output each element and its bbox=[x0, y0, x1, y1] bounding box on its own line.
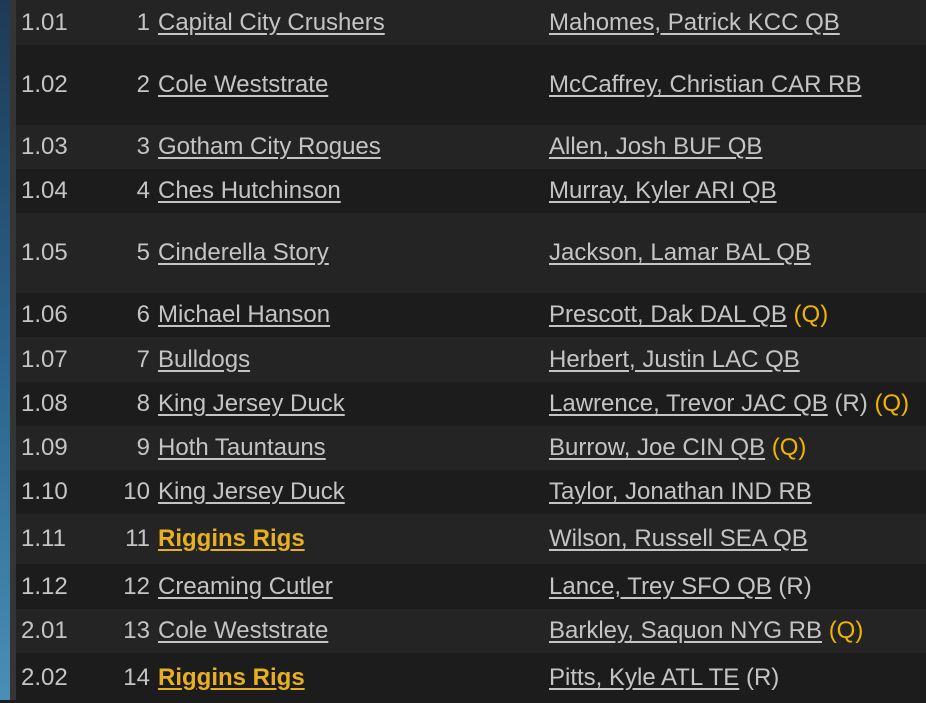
player-cell: Jackson, Lamar BAL QB bbox=[549, 239, 811, 267]
team-link[interactable]: Ches Hutchinson bbox=[158, 177, 341, 205]
pick-number: 1.04 bbox=[21, 177, 68, 204]
player-link[interactable]: Barkley, Saquon NYG RB bbox=[549, 617, 822, 644]
team-link[interactable]: Creaming Cutler bbox=[158, 573, 333, 601]
player-link[interactable]: Mahomes, Patrick KCC QB bbox=[549, 9, 840, 36]
table-row: 1.04 4 Ches Hutchinson Murray, Kyler ARI… bbox=[16, 169, 926, 213]
table-row: 1.06 6 Michael Hanson Prescott, Dak DAL … bbox=[16, 293, 926, 337]
player-cell: Murray, Kyler ARI QB bbox=[549, 177, 777, 205]
player-link[interactable]: Herbert, Justin LAC QB bbox=[549, 346, 800, 373]
table-row: 2.01 13 Cole Weststrate Barkley, Saquon … bbox=[16, 609, 926, 653]
overall-number: 7 bbox=[136, 345, 150, 373]
overall-number: 13 bbox=[123, 617, 150, 644]
team-link[interactable]: King Jersey Duck bbox=[158, 390, 345, 418]
team-link[interactable]: Hoth Tauntauns bbox=[158, 434, 326, 462]
pick-number: 1.12 bbox=[21, 572, 68, 600]
team-link[interactable]: Cinderella Story bbox=[158, 239, 329, 267]
pick-number: 1.06 bbox=[21, 301, 68, 328]
table-row: 1.03 3 Gotham City Rogues Allen, Josh BU… bbox=[16, 125, 926, 169]
player-link[interactable]: Wilson, Russell SEA QB bbox=[549, 525, 808, 552]
overall-number: 10 bbox=[123, 478, 150, 505]
player-cell: Taylor, Jonathan IND RB bbox=[549, 478, 812, 506]
injury-status-badge: (Q) bbox=[793, 301, 829, 328]
pick-number: 2.02 bbox=[21, 664, 68, 691]
table-row: 1.05 5 Cinderella Story Jackson, Lamar B… bbox=[16, 213, 926, 293]
overall-number: 5 bbox=[136, 239, 150, 266]
team-link[interactable]: King Jersey Duck bbox=[158, 478, 345, 506]
window-edge bbox=[0, 0, 10, 700]
player-link[interactable]: Prescott, Dak DAL QB bbox=[549, 301, 787, 328]
injury-status-badge: (Q) bbox=[828, 617, 864, 644]
overall-number: 2 bbox=[136, 71, 150, 98]
pick-number: 1.02 bbox=[21, 71, 68, 98]
player-link[interactable]: Lance, Trey SFO QB bbox=[549, 573, 772, 600]
overall-number: 8 bbox=[136, 390, 150, 417]
overall-number: 3 bbox=[136, 133, 150, 160]
player-cell: Allen, Josh BUF QB bbox=[549, 133, 762, 161]
team-link[interactable]: Cole Weststrate bbox=[158, 617, 328, 645]
pick-number: 1.08 bbox=[21, 390, 68, 417]
player-cell: Pitts, Kyle ATL TE (R) bbox=[549, 664, 779, 692]
player-link[interactable]: Burrow, Joe CIN QB bbox=[549, 434, 765, 461]
injury-status-badge: (Q) bbox=[874, 390, 910, 417]
pick-number: 1.07 bbox=[21, 345, 68, 373]
overall-number: 9 bbox=[136, 434, 150, 461]
table-row: 1.09 9 Hoth Tauntauns Burrow, Joe CIN QB… bbox=[16, 426, 926, 470]
rookie-badge: (R) bbox=[745, 664, 780, 691]
draft-results-table: 1.01 1 Capital City Crushers Mahomes, Pa… bbox=[16, 0, 926, 703]
rookie-badge: (R) bbox=[778, 572, 812, 600]
pick-number: 1.10 bbox=[21, 478, 68, 505]
table-row: 1.12 12 Creaming Cutler Lance, Trey SFO … bbox=[16, 564, 926, 609]
team-link[interactable]: Cole Weststrate bbox=[158, 71, 328, 99]
table-row: 1.10 10 King Jersey Duck Taylor, Jonatha… bbox=[16, 470, 926, 514]
overall-number: 12 bbox=[123, 572, 150, 600]
player-cell: Lance, Trey SFO QB (R) bbox=[549, 573, 812, 601]
table-row: 2.02 14 Riggins Rigs Pitts, Kyle ATL TE … bbox=[16, 653, 926, 703]
player-cell: Barkley, Saquon NYG RB (Q) bbox=[549, 617, 863, 645]
injury-status-badge: (Q) bbox=[771, 434, 807, 461]
team-link[interactable]: Riggins Rigs bbox=[158, 664, 305, 692]
table-row: 1.08 8 King Jersey Duck Lawrence, Trevor… bbox=[16, 382, 926, 426]
player-cell: McCaffrey, Christian CAR RB bbox=[549, 71, 862, 99]
player-link[interactable]: Jackson, Lamar BAL QB bbox=[549, 239, 811, 266]
player-cell: Burrow, Joe CIN QB (Q) bbox=[549, 434, 806, 462]
pick-number: 1.05 bbox=[21, 239, 68, 266]
player-link[interactable]: McCaffrey, Christian CAR RB bbox=[549, 71, 862, 98]
pick-number: 1.01 bbox=[21, 8, 68, 36]
player-link[interactable]: Taylor, Jonathan IND RB bbox=[549, 478, 812, 505]
team-link[interactable]: Gotham City Rogues bbox=[158, 133, 381, 161]
player-link[interactable]: Pitts, Kyle ATL TE bbox=[549, 664, 739, 691]
pick-number: 2.01 bbox=[21, 617, 68, 644]
player-cell: Herbert, Justin LAC QB bbox=[549, 346, 800, 374]
pick-number: 1.03 bbox=[21, 133, 68, 160]
overall-number: 6 bbox=[136, 301, 150, 328]
overall-number: 14 bbox=[123, 664, 150, 691]
table-row: 1.02 2 Cole Weststrate McCaffrey, Christ… bbox=[16, 45, 926, 125]
player-cell: Wilson, Russell SEA QB bbox=[549, 525, 808, 553]
overall-number: 1 bbox=[136, 8, 150, 36]
player-link[interactable]: Lawrence, Trevor JAC QB bbox=[549, 390, 828, 417]
rookie-badge: (R) bbox=[834, 390, 868, 417]
team-link[interactable]: Bulldogs bbox=[158, 346, 250, 374]
player-link[interactable]: Murray, Kyler ARI QB bbox=[549, 177, 777, 204]
pick-number: 1.09 bbox=[21, 434, 68, 461]
player-cell: Lawrence, Trevor JAC QB (R) (Q) bbox=[549, 390, 909, 418]
pick-number: 1.11 bbox=[21, 525, 66, 552]
team-link[interactable]: Capital City Crushers bbox=[158, 9, 385, 37]
table-row: 1.11 11 Riggins Rigs Wilson, Russell SEA… bbox=[16, 514, 926, 564]
player-cell: Prescott, Dak DAL QB (Q) bbox=[549, 301, 828, 329]
team-link[interactable]: Michael Hanson bbox=[158, 301, 330, 329]
overall-number: 11 bbox=[125, 525, 150, 552]
player-cell: Mahomes, Patrick KCC QB bbox=[549, 9, 840, 37]
table-row: 1.07 7 Bulldogs Herbert, Justin LAC QB bbox=[16, 337, 926, 382]
player-link[interactable]: Allen, Josh BUF QB bbox=[549, 133, 762, 160]
team-link[interactable]: Riggins Rigs bbox=[158, 525, 305, 553]
overall-number: 4 bbox=[136, 177, 150, 204]
table-row: 1.01 1 Capital City Crushers Mahomes, Pa… bbox=[16, 0, 926, 45]
